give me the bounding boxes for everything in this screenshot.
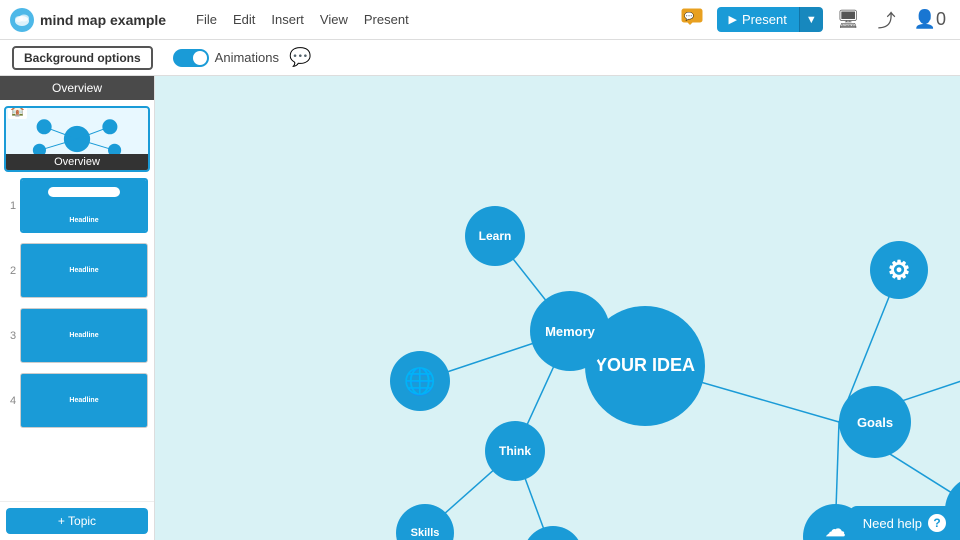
app-title: mind map example xyxy=(40,12,166,28)
sidebar-header: Overview xyxy=(0,76,154,100)
present-button-group: ▶ Present ▼ xyxy=(717,7,823,32)
present-label: Present xyxy=(742,12,787,27)
home-icon: 🏠 xyxy=(8,106,27,119)
animations-toggle-wrap: Animations xyxy=(173,49,279,67)
slide-num-1: 1 xyxy=(6,200,20,212)
canvas[interactable]: YOUR IDEA Memory Learn 🌐 Think Skills Sh… xyxy=(155,76,960,540)
slide-num-2: 2 xyxy=(6,265,20,277)
share-button[interactable]: ⤴ xyxy=(874,3,900,37)
need-help-button[interactable]: Need help ? xyxy=(849,506,960,540)
slide-thumb-4: Headline xyxy=(20,373,148,428)
node-gear[interactable]: ⚙ xyxy=(870,241,928,299)
overview-label: Overview xyxy=(6,154,148,170)
add-topic-button[interactable]: + Topic xyxy=(6,508,148,534)
svg-text:💬: 💬 xyxy=(684,11,694,21)
main-area: Overview Overview 🏠 xyxy=(0,76,960,540)
overview-thumbnail[interactable]: Overview 🏠 xyxy=(4,106,150,172)
animations-toggle[interactable] xyxy=(173,49,209,67)
present-dropdown-button[interactable]: ▼ xyxy=(799,7,823,32)
nav-edit[interactable]: Edit xyxy=(233,12,255,27)
slide-thumb-2: Headline xyxy=(20,243,148,298)
nav-insert[interactable]: Insert xyxy=(271,12,304,27)
node-memory[interactable]: Memory xyxy=(530,291,610,371)
nav-file[interactable]: File xyxy=(196,12,217,27)
slide-item-4[interactable]: 4 Headline xyxy=(4,371,150,430)
node-learn[interactable]: Learn xyxy=(465,206,525,266)
gear-icon: ⚙ xyxy=(887,255,910,286)
sidebar-slides: Overview 🏠 1 Headline xyxy=(0,100,154,501)
top-bar-right: 💬 ▶ Present ▼ 🖥 ⤴ 👤0 xyxy=(677,3,950,37)
slide-item-3[interactable]: 3 Headline xyxy=(4,306,150,365)
slide-item-2[interactable]: 2 Headline xyxy=(4,241,150,300)
node-goals[interactable]: Goals xyxy=(839,386,911,458)
display-button[interactable]: 🖥 xyxy=(833,5,864,34)
cloud-icon: ☁ xyxy=(826,517,846,540)
slide-thumb-1: Headline xyxy=(20,178,148,233)
nav-menu: File Edit Insert View Present xyxy=(196,12,409,27)
sidebar: Overview Overview 🏠 xyxy=(0,76,155,540)
logo-icon xyxy=(10,8,34,32)
app-logo: mind map example xyxy=(10,8,166,32)
chat-icon[interactable]: 💬 xyxy=(289,47,311,68)
nav-view[interactable]: View xyxy=(320,12,348,27)
nav-present[interactable]: Present xyxy=(364,12,409,27)
node-think[interactable]: Think xyxy=(485,421,545,481)
users-button[interactable]: 👤0 xyxy=(910,5,950,34)
help-icon: ? xyxy=(928,514,946,532)
node-globe[interactable]: 🌐 xyxy=(390,351,450,411)
background-options-button[interactable]: Background options xyxy=(12,46,153,70)
slide-thumb-3: Headline xyxy=(20,308,148,363)
top-bar: mind map example File Edit Insert View P… xyxy=(0,0,960,40)
slide-num-4: 4 xyxy=(6,395,20,407)
toolbar: Background options Animations 💬 xyxy=(0,40,960,76)
comments-button[interactable]: 💬 xyxy=(677,4,707,35)
globe-icon: 🌐 xyxy=(404,366,436,397)
slide-num-3: 3 xyxy=(6,330,20,342)
sidebar-footer: + Topic xyxy=(0,501,154,540)
animations-label: Animations xyxy=(215,50,279,65)
present-button[interactable]: ▶ Present xyxy=(717,7,799,32)
slide-item-1[interactable]: 1 Headline xyxy=(4,176,150,235)
